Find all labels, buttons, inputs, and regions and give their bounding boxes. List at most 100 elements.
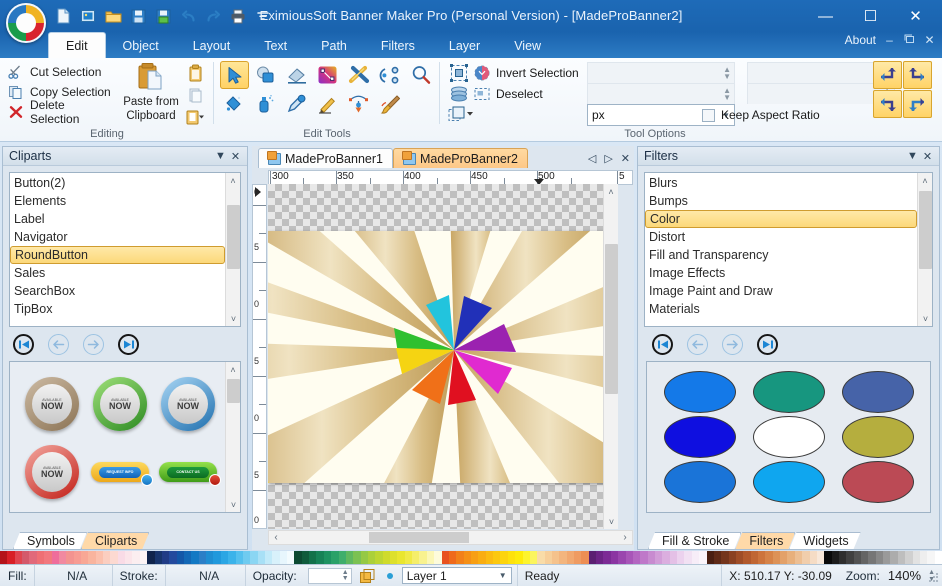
palette-swatch[interactable]	[169, 551, 177, 564]
save-as-icon[interactable]	[152, 5, 174, 27]
palette-swatch[interactable]	[515, 551, 523, 564]
scroll-thumb[interactable]	[227, 379, 240, 403]
palette-swatch[interactable]	[640, 551, 648, 564]
palette-swatch[interactable]	[912, 551, 920, 564]
tab-object[interactable]: Object	[106, 34, 176, 58]
filter-item-blurs[interactable]: Blurs	[645, 174, 917, 192]
filter-swatch-cobalt[interactable]	[663, 460, 736, 503]
palette-swatch[interactable]	[434, 551, 442, 564]
palette-swatch[interactable]	[662, 551, 670, 564]
clipart-thumb-round-green[interactable]: AVAILABLE NOW	[86, 370, 154, 438]
close-button[interactable]: ✕	[893, 1, 938, 31]
scroll-down-icon[interactable]: ˅	[918, 311, 932, 326]
palette-swatch[interactable]	[58, 551, 67, 564]
palette-swatch[interactable]	[206, 551, 214, 564]
scroll-thumb[interactable]	[605, 244, 618, 394]
filters-next-page-button[interactable]	[722, 333, 743, 355]
tab-symbols[interactable]: Symbols	[13, 532, 87, 549]
scroll-thumb[interactable]	[369, 532, 469, 543]
clipart-item-elements[interactable]: Elements	[10, 192, 225, 210]
palette-swatch[interactable]	[507, 551, 516, 564]
clipart-item-navigator[interactable]: Navigator	[10, 228, 225, 246]
palette-swatch[interactable]	[198, 551, 207, 564]
palette-swatch[interactable]	[338, 551, 346, 564]
pencil-tool[interactable]	[313, 90, 342, 118]
palette-swatch[interactable]	[250, 551, 258, 564]
horizontal-ruler[interactable]: 300 350 400 450 500 5	[268, 170, 633, 185]
filter-swatch-olive[interactable]	[841, 415, 914, 458]
color-palette-strip[interactable]	[0, 551, 942, 564]
palette-swatch[interactable]	[758, 551, 766, 564]
tab-filters[interactable]: Filters	[364, 34, 432, 58]
tab-layer[interactable]: Layer	[432, 34, 497, 58]
palette-swatch[interactable]	[493, 551, 501, 564]
save-icon[interactable]	[127, 5, 149, 27]
align-bottom-left-button[interactable]	[873, 90, 902, 118]
palette-swatch[interactable]	[80, 551, 89, 564]
palette-swatch[interactable]	[345, 551, 354, 564]
palette-swatch[interactable]	[73, 551, 81, 564]
palette-swatch[interactable]	[323, 551, 332, 564]
palette-swatch[interactable]	[44, 551, 52, 564]
eraser-tool[interactable]	[282, 61, 311, 89]
palette-swatch[interactable]	[412, 551, 420, 564]
palette-swatch[interactable]	[802, 551, 810, 564]
opacity-input-cell[interactable]: ▲ ▼	[304, 565, 356, 586]
palette-swatch[interactable]	[279, 551, 288, 564]
customize-toolbar-icon[interactable]	[252, 5, 274, 27]
clipart-thumb-round-bronze[interactable]: AVAILABLE NOW	[18, 370, 86, 438]
delete-selection-button[interactable]: Delete Selection	[8, 98, 116, 126]
palette-swatch[interactable]	[51, 551, 59, 564]
cliparts-listbox[interactable]: Button(2) Elements Label Navigator Round…	[9, 172, 241, 327]
print-icon[interactable]	[227, 5, 249, 27]
palette-swatch[interactable]	[809, 551, 817, 564]
palette-swatch[interactable]	[7, 551, 15, 564]
palette-swatch[interactable]	[117, 551, 126, 564]
filter-swatch-sky[interactable]	[752, 460, 825, 503]
filters-last-page-button[interactable]	[757, 333, 778, 355]
palette-swatch[interactable]	[147, 551, 155, 564]
palette-swatch[interactable]	[213, 551, 221, 564]
filters-listbox[interactable]: Blurs Bumps Color Distort Fill and Trans…	[644, 172, 933, 327]
filter-swatch-white[interactable]	[752, 415, 825, 458]
palette-swatch[interactable]	[22, 551, 30, 564]
palette-swatch[interactable]	[301, 551, 310, 564]
node-edit-tool[interactable]	[375, 61, 404, 89]
shape-select-tool[interactable]	[251, 61, 280, 89]
palette-swatch[interactable]	[448, 551, 457, 564]
palette-swatch[interactable]	[861, 551, 869, 564]
palette-swatch[interactable]	[883, 551, 891, 564]
filters-previous-page-button[interactable]	[687, 333, 708, 355]
palette-swatch[interactable]	[647, 551, 655, 564]
align-bottom-right-button[interactable]	[903, 90, 932, 118]
filter-swatch-slate-blue[interactable]	[841, 371, 914, 414]
palette-swatch[interactable]	[787, 551, 795, 564]
scroll-up-icon[interactable]: ˄	[226, 173, 240, 188]
palette-swatch[interactable]	[927, 551, 935, 564]
scroll-down-icon[interactable]: ˅	[226, 311, 240, 326]
palette-swatch[interactable]	[654, 551, 663, 564]
palette-swatch[interactable]	[581, 551, 589, 564]
keep-aspect-ratio-checkbox[interactable]: Keep Aspect Ratio	[702, 108, 820, 122]
fill-bucket-tool[interactable]	[220, 90, 249, 118]
palette-swatch[interactable]	[603, 551, 611, 564]
palette-swatch[interactable]	[66, 551, 74, 564]
filters-first-page-button[interactable]	[652, 333, 673, 355]
palette-swatch[interactable]	[721, 551, 729, 564]
palette-swatch[interactable]	[750, 551, 759, 564]
palette-swatch[interactable]	[684, 551, 692, 564]
palette-swatch[interactable]	[110, 551, 118, 564]
palette-swatch[interactable]	[669, 551, 678, 564]
scroll-thumb[interactable]	[919, 191, 932, 269]
palette-swatch[interactable]	[743, 551, 751, 564]
palette-swatch[interactable]	[677, 551, 685, 564]
palette-swatch[interactable]	[103, 551, 111, 564]
doc-close-icon[interactable]: ✕	[923, 33, 936, 47]
layer-selector-cell[interactable]: Layer 1 ▼	[400, 564, 518, 586]
filters-collapse-icon[interactable]: ▼	[905, 150, 920, 162]
eyedropper-tool[interactable]	[282, 90, 311, 118]
palette-swatch[interactable]	[706, 551, 714, 564]
palette-swatch[interactable]	[390, 551, 398, 564]
selection-dropdown-icon[interactable]	[448, 104, 478, 125]
draw-pencil-tool[interactable]	[344, 61, 373, 89]
